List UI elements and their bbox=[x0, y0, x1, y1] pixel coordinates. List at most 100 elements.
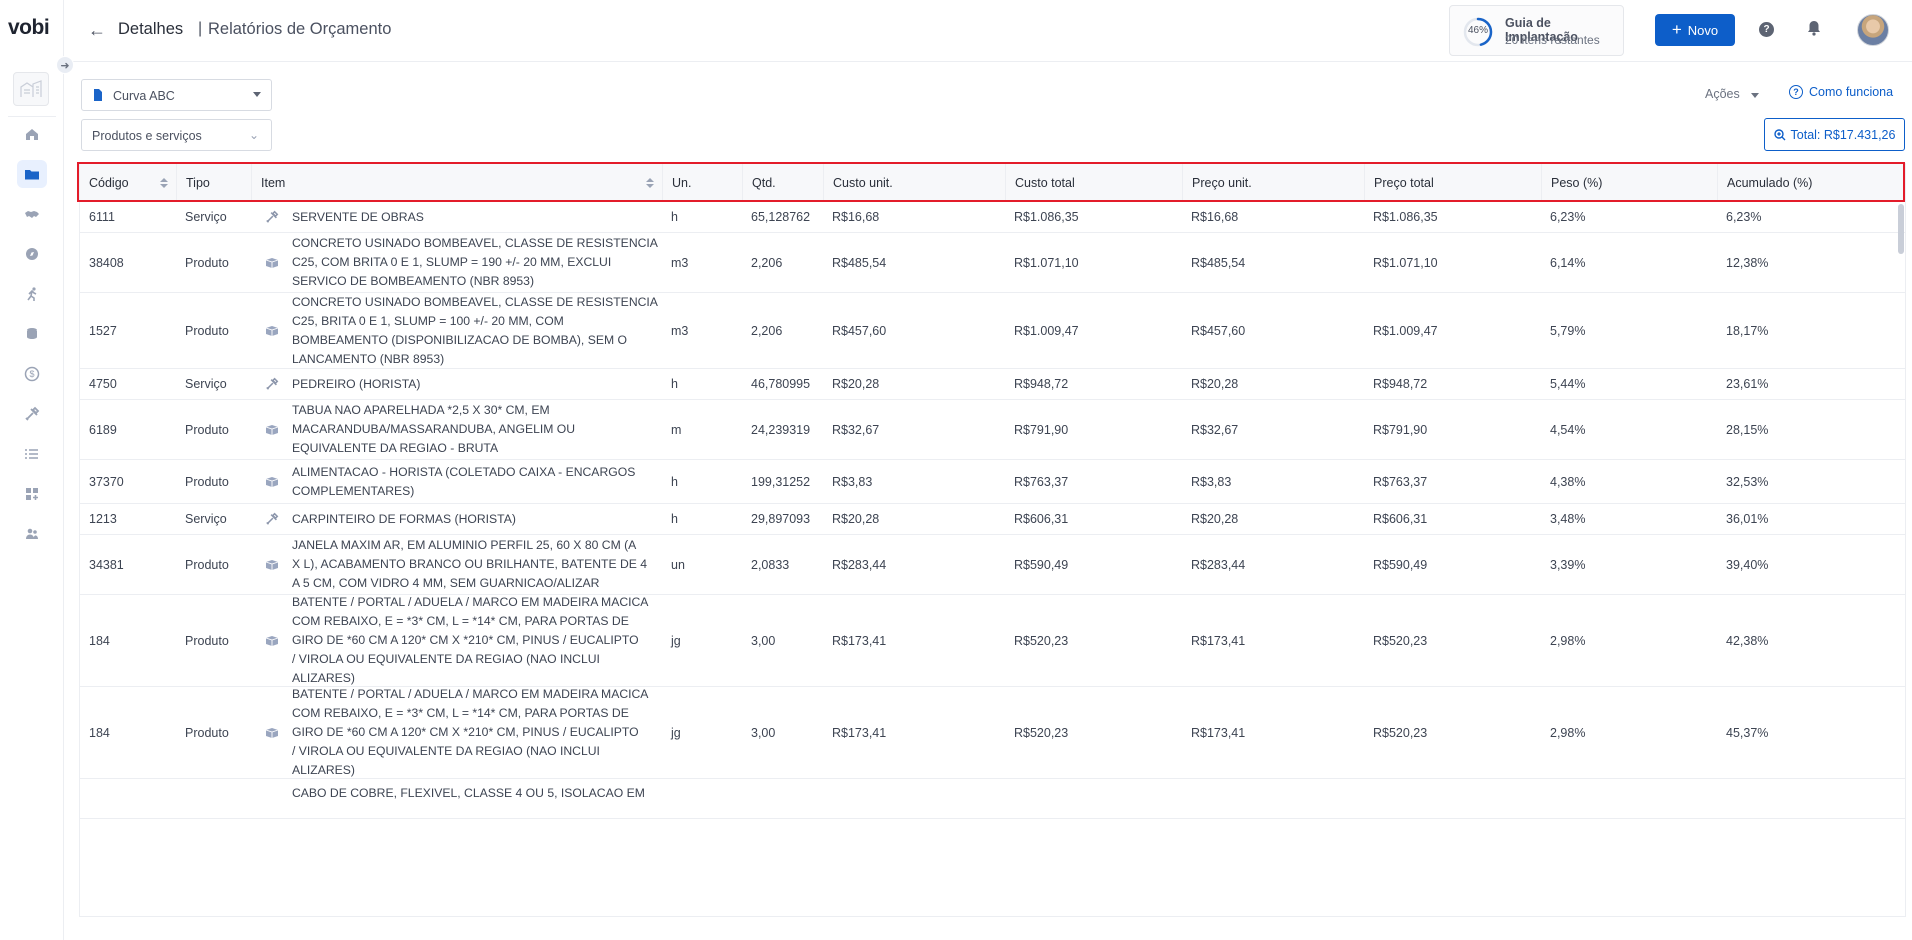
report-type-select[interactable]: Curva ABC bbox=[81, 79, 272, 111]
cell-custo-unit: R$3,83 bbox=[832, 474, 873, 489]
table-row[interactable]: 1527 Produto CONCRETO USINADO BOMBEAVEL, C… bbox=[80, 293, 1905, 369]
table-row[interactable]: 1213 Serviço CARPINTEIRO DE FORMAS (HORIST… bbox=[80, 504, 1905, 535]
table-body: 6111 Serviço SERVENTE DE OBRAS h 65,128762 R$… bbox=[80, 202, 1905, 819]
item-description: TABUA NAO APARELHADA *2,5 X 30* CM, EM M… bbox=[292, 403, 576, 455]
grid-plus-icon bbox=[26, 488, 38, 500]
implementation-guide-button[interactable]: 46% Guia de Implantação 20 itens restant… bbox=[1449, 5, 1624, 56]
item-description: BATENTE / PORTAL / ADUELA / MARCO EM MAD… bbox=[292, 687, 649, 777]
total-button[interactable]: Total: R$17.431,26 bbox=[1764, 118, 1905, 151]
sidebar-item-person-running[interactable] bbox=[0, 278, 64, 310]
cell-acumulado: 36,01% bbox=[1726, 512, 1769, 526]
sort-icon[interactable] bbox=[646, 178, 654, 189]
header-col-preco-unit[interactable]: Preço unit. bbox=[1182, 164, 1364, 202]
cell-un: jg bbox=[671, 633, 681, 648]
user-avatar[interactable] bbox=[1857, 14, 1889, 46]
cell-codigo: 184 bbox=[89, 633, 110, 648]
cell-acumulado: 18,17% bbox=[1726, 323, 1769, 338]
header-col-acumulado[interactable]: Acumulado (%) bbox=[1717, 164, 1905, 202]
cell-un: m3 bbox=[671, 323, 689, 338]
new-button-label: Novo bbox=[1687, 22, 1719, 38]
sidebar-divider bbox=[8, 116, 56, 117]
cell-un: un bbox=[671, 557, 685, 572]
cell-preco-total: R$606,31 bbox=[1373, 512, 1428, 526]
sidebar-item-tools[interactable] bbox=[0, 398, 64, 430]
table-row[interactable]: 37370 Produto ALIMENTACAO - HORISTA (COLET… bbox=[80, 460, 1905, 504]
table-row[interactable]: CABO DE COBRE, FLEXIVEL, CLASSE 4 OU 5, … bbox=[80, 779, 1905, 819]
header-col-custo-total[interactable]: Custo total bbox=[1005, 164, 1182, 202]
zoom-in-icon bbox=[1773, 128, 1786, 140]
arrow-left-icon: ← bbox=[88, 20, 106, 40]
back-button[interactable]: ← bbox=[88, 20, 106, 40]
table-row[interactable]: 6111 Serviço SERVENTE DE OBRAS h 65,128762 R$… bbox=[80, 202, 1905, 233]
cell-custo-unit: R$32,67 bbox=[832, 422, 880, 437]
item-description: CABO DE COBRE, FLEXIVEL, CLASSE 4 OU 5, … bbox=[292, 786, 645, 800]
item-description: CONCRETO USINADO BOMBEAVEL, CLASSE DE RE… bbox=[292, 236, 658, 288]
app-logo[interactable]: vobi bbox=[8, 16, 50, 40]
how-it-works-link[interactable]: ? Como funciona bbox=[1789, 85, 1893, 99]
table-row[interactable]: 38408 Produto CONCRETO USINADO BOMBEAVEL, … bbox=[80, 233, 1905, 293]
cell-custo-total: R$520,23 bbox=[1014, 725, 1069, 740]
plus-icon: + bbox=[1671, 20, 1682, 39]
cell-item: BATENTE / PORTAL / ADUELA / MARCO EM MAD… bbox=[251, 595, 662, 686]
header-label: Preço total bbox=[1374, 176, 1434, 190]
table-row[interactable]: 4750 Serviço PEDREIRO (HORISTA) h 46,780995 R… bbox=[80, 369, 1905, 400]
folder-icon bbox=[25, 170, 39, 180]
header-label: Tipo bbox=[186, 176, 210, 190]
cell-preco-total: R$1.009,47 bbox=[1373, 323, 1438, 338]
cell-codigo bbox=[80, 779, 176, 818]
cell-custo-total: R$791,90 bbox=[1014, 422, 1069, 437]
help-icon[interactable]: ? bbox=[1759, 22, 1774, 37]
sidebar-expand-button[interactable]: ➜ bbox=[56, 56, 74, 74]
sidebar-item-folder[interactable] bbox=[0, 158, 64, 190]
cell-qtd: 2,206 bbox=[751, 255, 783, 270]
table-row[interactable]: 34381 Produto JANELA MAXIM AR, EM ALUMINIO… bbox=[80, 535, 1905, 595]
cell-tipo: Serviço bbox=[185, 377, 227, 391]
dollar-icon: $ bbox=[24, 366, 40, 382]
actions-dropdown[interactable]: Ações bbox=[1705, 87, 1740, 101]
header-col-codigo[interactable]: Código bbox=[80, 164, 176, 202]
sidebar-item-dollar[interactable]: $ bbox=[0, 358, 64, 390]
header-col-custo-unit[interactable]: Custo unit. bbox=[823, 164, 1005, 202]
table-row[interactable]: 184 Produto BATENTE / PORTAL / ADUELA / MA… bbox=[80, 687, 1905, 779]
cell-codigo: 38408 bbox=[89, 255, 124, 270]
cell-peso: 3,39% bbox=[1550, 557, 1586, 572]
cell-acumulado: 23,61% bbox=[1726, 377, 1769, 391]
bell-icon[interactable] bbox=[1807, 20, 1821, 39]
breadcrumb-details[interactable]: Detalhes bbox=[118, 20, 183, 39]
table-row[interactable]: 6189 Produto TABUA NAO APARELHADA *2,5 X 3… bbox=[80, 400, 1905, 460]
cell-acumulado: 45,37% bbox=[1726, 725, 1769, 740]
new-button[interactable]: + Novo bbox=[1655, 14, 1735, 46]
sidebar-item-home[interactable] bbox=[0, 118, 64, 150]
cell-qtd bbox=[742, 779, 823, 818]
item-description: CARPINTEIRO DE FORMAS (HORISTA) bbox=[292, 511, 516, 526]
cell-custo-unit: R$457,60 bbox=[832, 323, 887, 338]
header-col-tipo[interactable]: Tipo bbox=[176, 164, 251, 202]
caret-down-icon[interactable] bbox=[1751, 93, 1759, 98]
sidebar-item-list[interactable] bbox=[0, 438, 64, 470]
cell-preco-total: R$948,72 bbox=[1373, 377, 1428, 391]
cell-codigo: 1527 bbox=[89, 323, 117, 338]
cell-preco-unit: R$20,28 bbox=[1191, 377, 1239, 391]
header-col-peso[interactable]: Peso (%) bbox=[1541, 164, 1717, 202]
sidebar-item-coins[interactable] bbox=[0, 318, 64, 350]
item-filter-select[interactable]: Produtos e serviços ⌄ bbox=[81, 119, 272, 151]
abc-curve-table: Código Tipo Item Un. Qtd. Custo unit. Custo to… bbox=[79, 163, 1906, 917]
sidebar-item-handshake[interactable] bbox=[0, 198, 64, 230]
sidebar-item-compass[interactable] bbox=[0, 238, 64, 270]
company-logo[interactable] bbox=[13, 72, 49, 106]
header-col-qtd[interactable]: Qtd. bbox=[742, 164, 823, 202]
sidebar-item-users[interactable] bbox=[0, 518, 64, 550]
sort-icon[interactable] bbox=[160, 178, 168, 189]
cell-un: m bbox=[671, 422, 682, 437]
box-icon bbox=[265, 727, 279, 739]
box-icon bbox=[265, 635, 279, 647]
list-icon bbox=[25, 449, 38, 459]
header-col-un[interactable]: Un. bbox=[662, 164, 742, 202]
header-col-preco-total[interactable]: Preço total bbox=[1364, 164, 1541, 202]
chevron-down-icon: ⌄ bbox=[248, 128, 259, 142]
table-scrollbar[interactable] bbox=[1898, 204, 1904, 254]
header-col-item[interactable]: Item bbox=[251, 164, 662, 202]
cell-codigo: 37370 bbox=[89, 474, 124, 489]
table-row[interactable]: 184 Produto BATENTE / PORTAL / ADUELA / MA… bbox=[80, 595, 1905, 687]
sidebar-item-grid-plus[interactable] bbox=[0, 478, 64, 510]
